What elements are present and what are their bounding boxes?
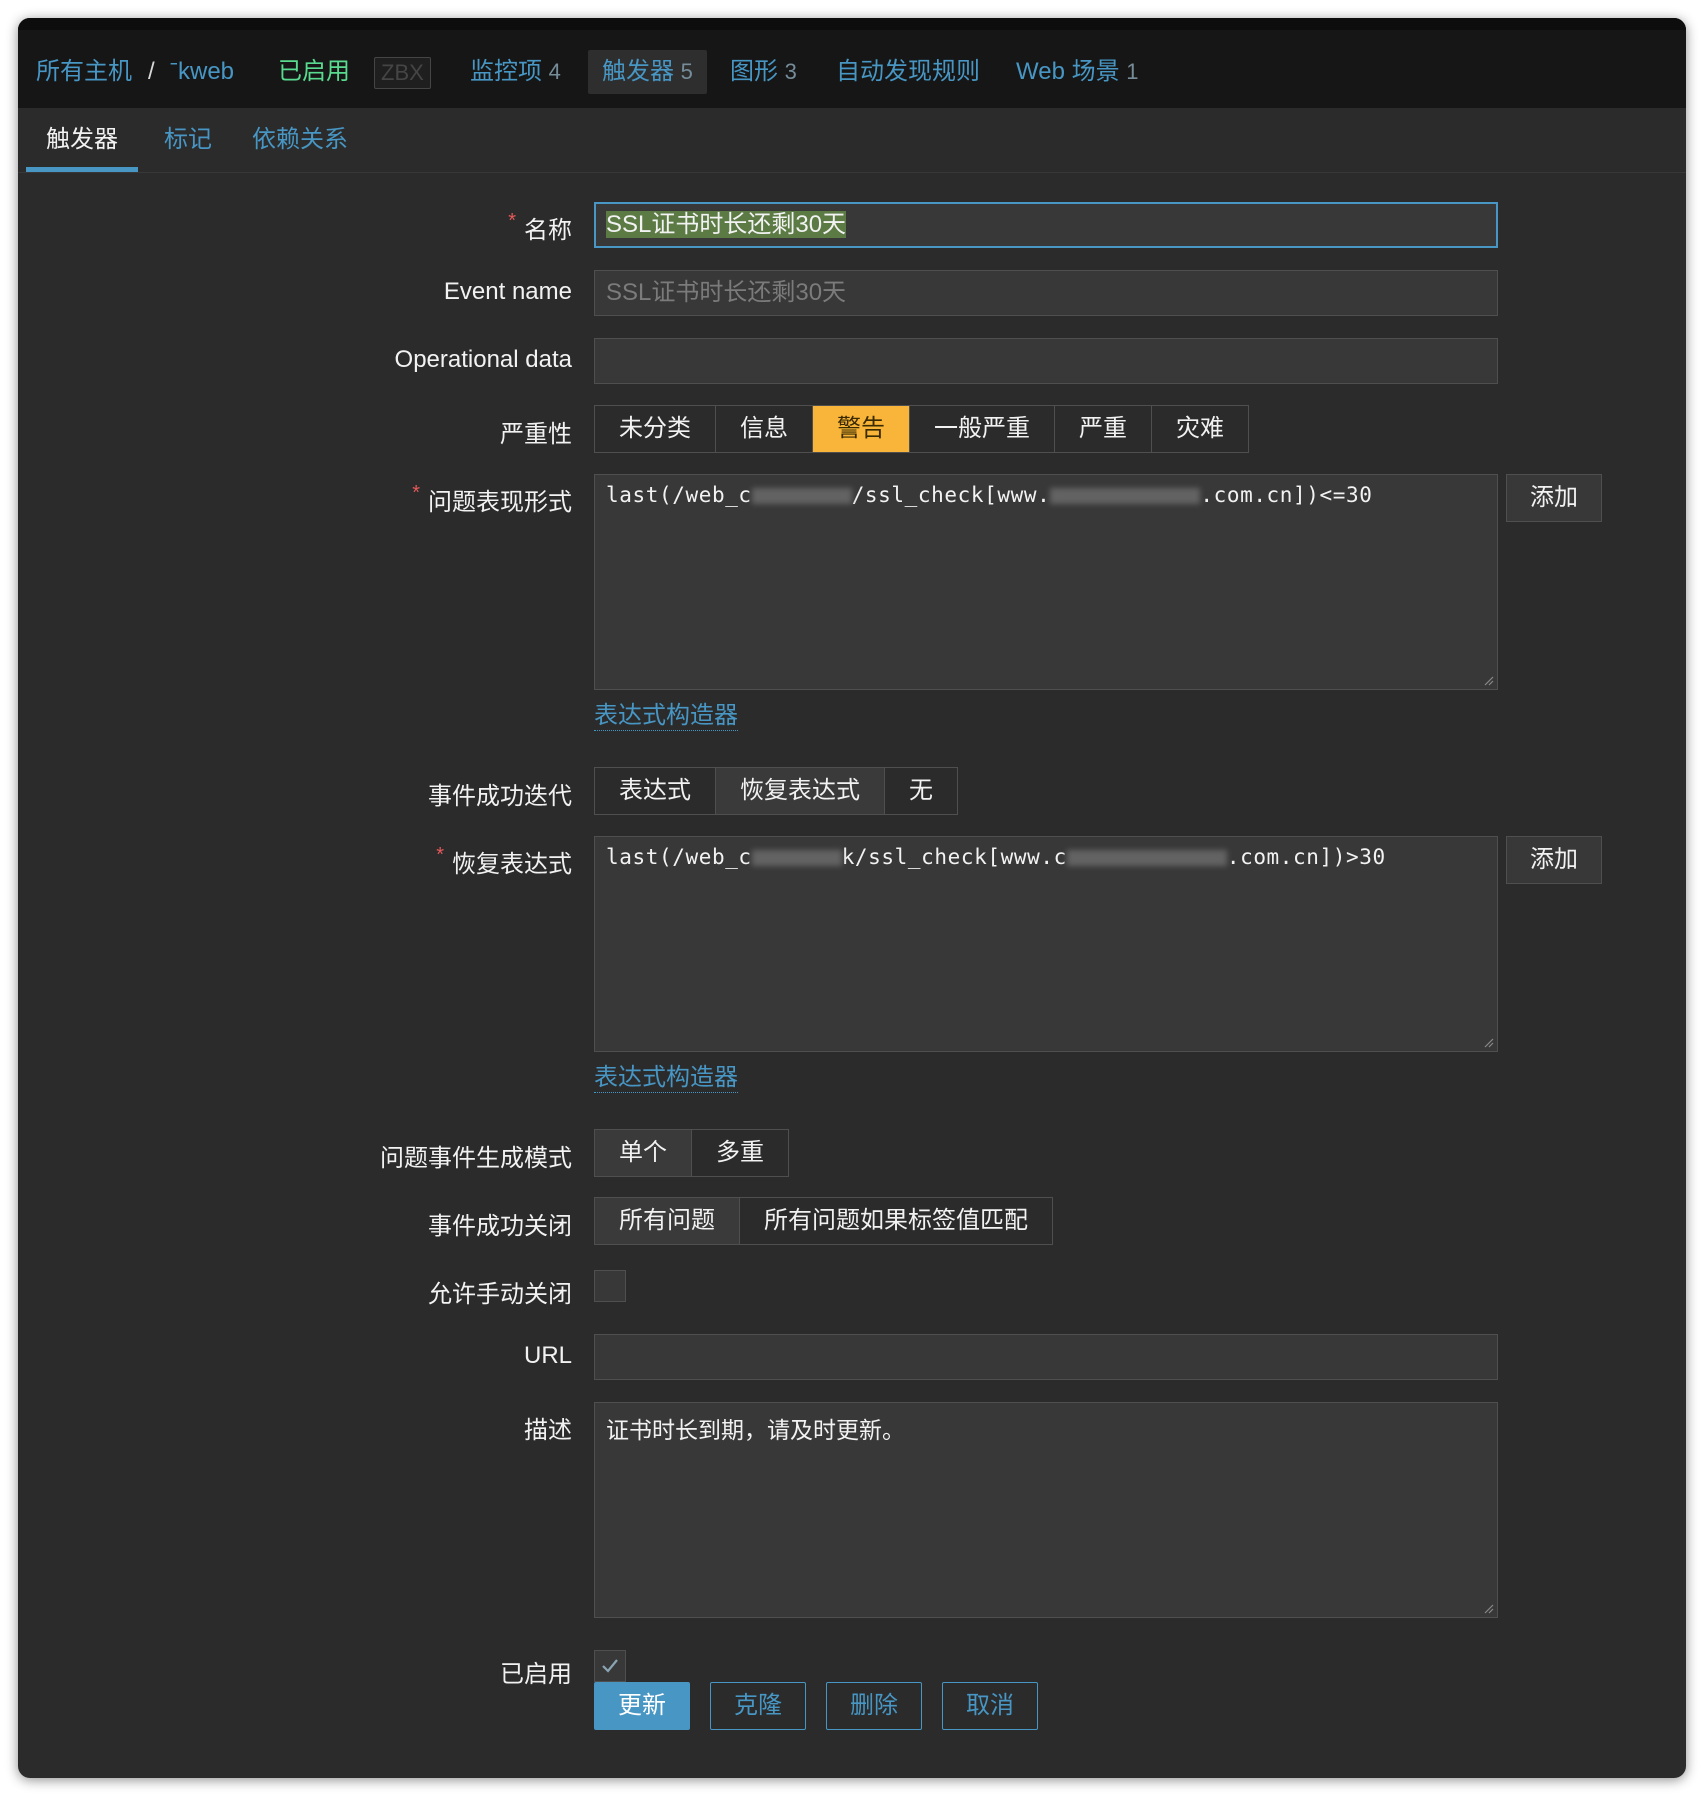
nav-triggers[interactable]: 触发器 5 xyxy=(588,50,707,94)
required-marker: * xyxy=(508,210,516,232)
redacted-blur xyxy=(751,850,842,866)
problem-expression-label: * 问题表现形式 xyxy=(412,482,572,517)
description-label: 描述 xyxy=(524,1417,572,1444)
zbx-availability-badge: ZBX xyxy=(374,57,431,89)
problem-expression-textarea[interactable]: last(/web_c/ssl_check[www. .com.cn])<=30 xyxy=(594,474,1498,690)
event-generation-multiple[interactable]: 多重 xyxy=(691,1130,788,1176)
cancel-button[interactable]: 取消 xyxy=(942,1682,1038,1730)
nav-graphs-count: 3 xyxy=(784,59,797,84)
problem-expression-label-text: 问题表现形式 xyxy=(428,489,572,516)
recovery-mode-label: 事件成功迭代 xyxy=(428,783,572,810)
nav-triggers-count: 5 xyxy=(680,59,693,84)
tab-tags[interactable]: 标记 xyxy=(138,108,238,172)
delete-button[interactable]: 删除 xyxy=(826,1682,922,1730)
description-value: 证书时长到期，请及时更新。 xyxy=(606,1417,905,1443)
host-navigation: 所有主机 / ˉkweb 已启用 ZBX 监控项 4 触发器 5 图形 3 自动… xyxy=(18,18,1686,108)
breadcrumb-separator: / xyxy=(148,58,155,85)
ok-event-closes-all[interactable]: 所有问题 xyxy=(595,1198,739,1244)
severity-high[interactable]: 严重 xyxy=(1054,406,1151,452)
recovery-expression-add-button[interactable]: 添加 xyxy=(1506,836,1602,884)
url-input[interactable] xyxy=(594,1334,1498,1380)
update-button[interactable]: 更新 xyxy=(594,1682,690,1730)
redacted-blur xyxy=(1066,850,1227,866)
ok-event-closes-tag-match[interactable]: 所有问题如果标签值匹配 xyxy=(739,1198,1052,1244)
event-name-input[interactable]: SSL证书时长还剩30天 xyxy=(594,270,1498,316)
redacted-blur xyxy=(1050,488,1201,504)
event-name-label: Event name xyxy=(443,278,572,305)
trigger-edit-window: 所有主机 / ˉkweb 已启用 ZBX 监控项 4 触发器 5 图形 3 自动… xyxy=(18,18,1686,1778)
recovery-expression-label: * 恢复表达式 xyxy=(436,844,572,879)
ok-event-closes-label: 事件成功关闭 xyxy=(428,1213,572,1240)
recovery-expr-part2: k/ssl_check[www.c xyxy=(841,845,1067,869)
resize-handle-icon[interactable] xyxy=(1482,1602,1494,1614)
severity-information[interactable]: 信息 xyxy=(715,406,812,452)
nav-graphs-label: 图形 xyxy=(730,58,778,85)
redacted-blur xyxy=(751,488,852,504)
event-generation-mode-selector: 单个 多重 xyxy=(594,1129,789,1177)
severity-warning[interactable]: 警告 xyxy=(812,406,909,452)
nav-discovery-rules[interactable]: 自动发现规则 xyxy=(836,50,980,94)
nav-triggers-label: 触发器 xyxy=(602,58,674,85)
recovery-expression-textarea[interactable]: last(/web_c k/ssl_check[www.c .com.cn])>30 xyxy=(594,836,1498,1052)
enabled-label: 已启用 xyxy=(500,1661,572,1688)
resize-handle-icon[interactable] xyxy=(1482,1036,1494,1048)
recovery-expression-constructor-link[interactable]: 表达式构造器 xyxy=(594,1064,738,1093)
problem-expression-constructor-link[interactable]: 表达式构造器 xyxy=(594,702,738,731)
recovery-mode-expression[interactable]: 表达式 xyxy=(595,768,715,814)
nav-web-label: Web 场景 xyxy=(1016,58,1120,85)
nav-web-scenarios[interactable]: Web 场景 1 xyxy=(1016,50,1139,94)
host-status-enabled[interactable]: 已启用 xyxy=(278,50,350,94)
clone-button[interactable]: 克隆 xyxy=(710,1682,806,1730)
problem-expr-part2: /ssl_check[www. xyxy=(851,483,1051,507)
recovery-expr-part3: .com.cn])>30 xyxy=(1226,845,1386,869)
nav-host-name[interactable]: ˉkweb xyxy=(170,50,234,94)
recovery-mode-none[interactable]: 无 xyxy=(884,768,957,814)
problem-expr-part1: last(/web_c xyxy=(606,483,752,507)
nav-items[interactable]: 监控项 4 xyxy=(470,50,561,94)
severity-selector: 未分类 信息 警告 一般严重 严重 灾难 xyxy=(594,405,1249,453)
nav-items-count: 4 xyxy=(548,59,561,84)
tab-dependencies[interactable]: 依赖关系 xyxy=(238,108,362,172)
name-input[interactable]: SSL证书时长还剩30天 xyxy=(594,202,1498,248)
resize-handle-icon[interactable] xyxy=(1482,674,1494,686)
event-generation-single[interactable]: 单个 xyxy=(595,1130,691,1176)
enabled-checkbox[interactable] xyxy=(594,1650,626,1682)
manual-close-label: 允许手动关闭 xyxy=(428,1281,572,1308)
recovery-expression-label-text: 恢复表达式 xyxy=(452,851,572,878)
name-label: * 名称 xyxy=(508,210,572,245)
problem-expression-add-button[interactable]: 添加 xyxy=(1506,474,1602,522)
recovery-mode-recovery-expression[interactable]: 恢复表达式 xyxy=(715,768,884,814)
form-tabs: 触发器 标记 依赖关系 xyxy=(18,108,1686,173)
url-label: URL xyxy=(523,1342,572,1369)
checkmark-icon xyxy=(602,1659,618,1673)
severity-label: 严重性 xyxy=(500,421,572,448)
problem-expr-part3: .com.cn])<=30 xyxy=(1200,483,1373,507)
name-label-text: 名称 xyxy=(524,217,572,244)
recovery-expr-part1: last(/web_c xyxy=(606,845,752,869)
name-input-value: SSL证书时长还剩30天 xyxy=(606,211,847,238)
nav-all-hosts[interactable]: 所有主机 xyxy=(36,50,132,94)
nav-graphs[interactable]: 图形 3 xyxy=(730,50,797,94)
required-marker: * xyxy=(436,844,444,866)
severity-average[interactable]: 一般严重 xyxy=(909,406,1054,452)
nav-items-label: 监控项 xyxy=(470,58,542,85)
operational-data-input[interactable] xyxy=(594,338,1498,384)
ok-event-closes-selector: 所有问题 所有问题如果标签值匹配 xyxy=(594,1197,1053,1245)
recovery-mode-selector: 表达式 恢复表达式 无 xyxy=(594,767,958,815)
manual-close-checkbox[interactable] xyxy=(594,1270,626,1302)
event-generation-mode-label: 问题事件生成模式 xyxy=(380,1145,572,1172)
required-marker: * xyxy=(412,482,420,504)
nav-web-count: 1 xyxy=(1126,59,1139,84)
tab-trigger[interactable]: 触发器 xyxy=(26,108,138,172)
description-textarea[interactable]: 证书时长到期，请及时更新。 xyxy=(594,1402,1498,1618)
operational-data-label: Operational data xyxy=(394,346,572,373)
severity-disaster[interactable]: 灾难 xyxy=(1151,406,1248,452)
severity-not-classified[interactable]: 未分类 xyxy=(595,406,715,452)
